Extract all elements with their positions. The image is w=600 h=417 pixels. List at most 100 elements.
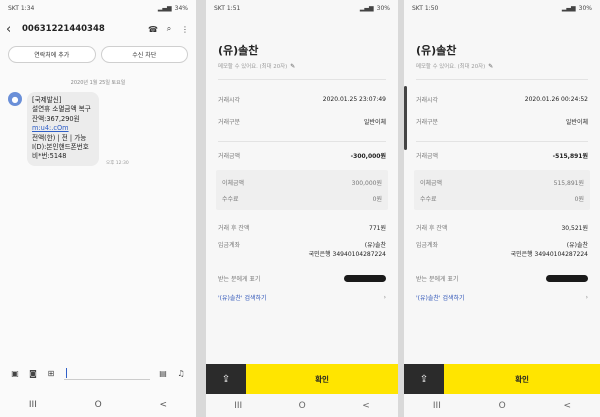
account-number: 국민은행 34940104287224 (510, 251, 588, 258)
status-right: ▂▄▆ 30% (562, 5, 592, 12)
balance-label: 거래 후 잔액 (218, 224, 250, 232)
transfer-amount-label: 이체금액 (420, 179, 443, 187)
recent-apps-icon[interactable]: III (234, 401, 242, 411)
datetime-value: 2020.01.25 23:07:49 (322, 95, 386, 103)
text-caret (66, 368, 67, 378)
bottom-actions: ⇪ 확인 (206, 364, 398, 394)
scroll-indicator[interactable] (404, 86, 407, 150)
transfer-detail-2: SKT 1:50 ▂▄▆ 30% (유)솔찬 메모할 수 있어요. (최대 20… (404, 0, 600, 417)
fee-label: 수수료 (420, 195, 437, 203)
recipient-display-label: 받는 분에게 표기 (218, 275, 261, 283)
amount-value: -300,000원 (350, 152, 386, 160)
redaction-mark (546, 274, 588, 282)
message-line: 전액(한) | 전 | 가능 (32, 133, 87, 142)
fee-row: 수수료 0원 (418, 190, 586, 206)
home-icon[interactable]: O (95, 400, 102, 410)
pencil-icon[interactable]: ✎ (488, 63, 493, 70)
signal-icon: ▂▄▆ (359, 4, 374, 12)
chevron-right-icon: › (383, 293, 386, 301)
camera-icon[interactable]: ◙ (28, 369, 38, 378)
search-icon[interactable]: ⌕ (164, 24, 174, 34)
account-info: (유)솔찬 국민은행 34940104287224 (309, 240, 386, 258)
recent-apps-icon[interactable]: III (29, 400, 37, 410)
transfer-amount-label: 이체금액 (222, 179, 245, 187)
balance-value: 771원 (369, 224, 386, 232)
recipient-title: (유)솔찬 (218, 44, 259, 57)
balance-value: 30,521원 (561, 224, 588, 232)
status-carrier-time: SKT 1:50 (412, 4, 439, 12)
type-label: 거래구분 (218, 118, 241, 126)
confirm-button[interactable]: 확인 (246, 364, 398, 394)
fee-row: 수수료 0원 (220, 190, 384, 206)
system-navbar: III O < (404, 394, 600, 417)
system-navbar: III O < (206, 394, 398, 417)
amount-row: 거래금액 -300,000원 (206, 144, 398, 166)
message-link[interactable]: m:u4:.cOm (32, 124, 94, 133)
home-icon[interactable]: O (299, 401, 306, 411)
search-recipient-link[interactable]: '(유)솔찬' 검색하기 › (206, 290, 398, 304)
transfer-amount-row: 이체금액 300,000원 (220, 174, 384, 190)
share-icon[interactable]: ⇪ (206, 364, 246, 394)
balance-row: 거래 후 잔액 771원 (206, 214, 398, 240)
datetime-label: 거래시각 (416, 96, 439, 104)
home-icon[interactable]: O (499, 401, 506, 411)
block-button[interactable]: 수신 차단 (100, 46, 188, 63)
message-row: ● [국제발신] 설연휴 소멸금액 복구 잔액:367,290원 m:u4:.c… (0, 86, 196, 166)
memo-placeholder: 메모할 수 있어요. (최대 20자) (218, 64, 288, 70)
nav-back-icon[interactable]: < (362, 401, 370, 411)
phone-icon[interactable]: ☎ (148, 25, 158, 34)
message-bubble[interactable]: [국제발신] 설연휴 소멸금액 복구 잔액:367,290원 m:u4:.cOm… (27, 92, 99, 166)
nav-back-icon[interactable]: < (564, 401, 572, 411)
memo-field[interactable]: 메모할 수 있어요. (최대 20자) ✎ (404, 58, 600, 71)
fee-value: 0원 (372, 195, 382, 203)
apps-icon[interactable]: ⊞ (46, 369, 56, 378)
amount-row: 거래금액 -515,891원 (404, 144, 600, 166)
amount-value: -515,891원 (552, 152, 588, 160)
sender-number: 00631221440348 (22, 24, 105, 34)
datetime-label: 거래시각 (218, 96, 241, 104)
message-line: 잔액:367,290원 (32, 114, 80, 123)
status-bar: SKT 1:51 ▂▄▆ 30% (206, 0, 398, 16)
datetime-value: 2020.01.26 00:24:52 (524, 95, 588, 103)
type-value: 일반이체 (363, 118, 386, 126)
voice-icon[interactable]: ♫ (176, 369, 186, 378)
composer-bar: ▣ ◙ ⊞ ▤ ♫ (0, 362, 196, 384)
type-label: 거래구분 (416, 118, 439, 126)
bottom-actions: ⇪ 확인 (404, 364, 600, 394)
avatar[interactable]: ● (8, 92, 22, 106)
message-time: 오후 12:30 (106, 160, 129, 166)
recipient-display-row: 받는 분에게 표기 (206, 266, 398, 290)
transfer-amount-row: 이체금액 515,891원 (418, 174, 586, 190)
back-icon[interactable]: ‹ (6, 22, 16, 37)
share-icon[interactable]: ⇪ (404, 364, 444, 394)
message-line: 비*번:5148 (32, 152, 67, 161)
recent-apps-icon[interactable]: III (433, 401, 441, 411)
balance-label: 거래 후 잔액 (416, 224, 448, 232)
image-icon[interactable]: ▣ (10, 369, 20, 378)
confirm-button[interactable]: 확인 (444, 364, 600, 394)
battery-level: 34% (174, 4, 188, 12)
date-separator: 2020년 1월 25일 토요일 (70, 80, 126, 86)
add-contact-button[interactable]: 연락처에 추가 (8, 46, 96, 63)
signal-icon: ▂▄▆ (157, 4, 172, 12)
redaction-mark (344, 274, 386, 282)
amount-label: 거래금액 (416, 152, 439, 160)
sticker-icon[interactable]: ▤ (158, 369, 168, 378)
search-recipient-link[interactable]: '(유)솔찬' 검색하기 › (404, 290, 600, 304)
type-row: 거래구분 일반이체 (404, 110, 600, 132)
status-right: ▂▄▆ 30% (360, 5, 390, 12)
chevron-right-icon: › (585, 293, 588, 301)
system-navbar: III O < (0, 393, 196, 417)
more-icon[interactable]: ⋮ (180, 25, 190, 34)
pencil-icon[interactable]: ✎ (290, 63, 295, 70)
search-link-label: '(유)솔찬' 검색하기 (218, 294, 267, 302)
message-line: 설연휴 소멸금액 복구 (32, 105, 91, 114)
type-row: 거래구분 일반이체 (206, 110, 398, 132)
nav-back-icon[interactable]: < (160, 400, 168, 410)
fee-label: 수수료 (222, 195, 239, 203)
conversation-header: ‹ 00631221440348 ☎ ⌕ ⋮ (0, 16, 196, 42)
signal-icon: ▂▄▆ (561, 4, 576, 12)
search-link-label: '(유)솔찬' 검색하기 (416, 294, 465, 302)
memo-field[interactable]: 메모할 수 있어요. (최대 20자) ✎ (206, 58, 398, 71)
message-input[interactable] (64, 366, 150, 380)
